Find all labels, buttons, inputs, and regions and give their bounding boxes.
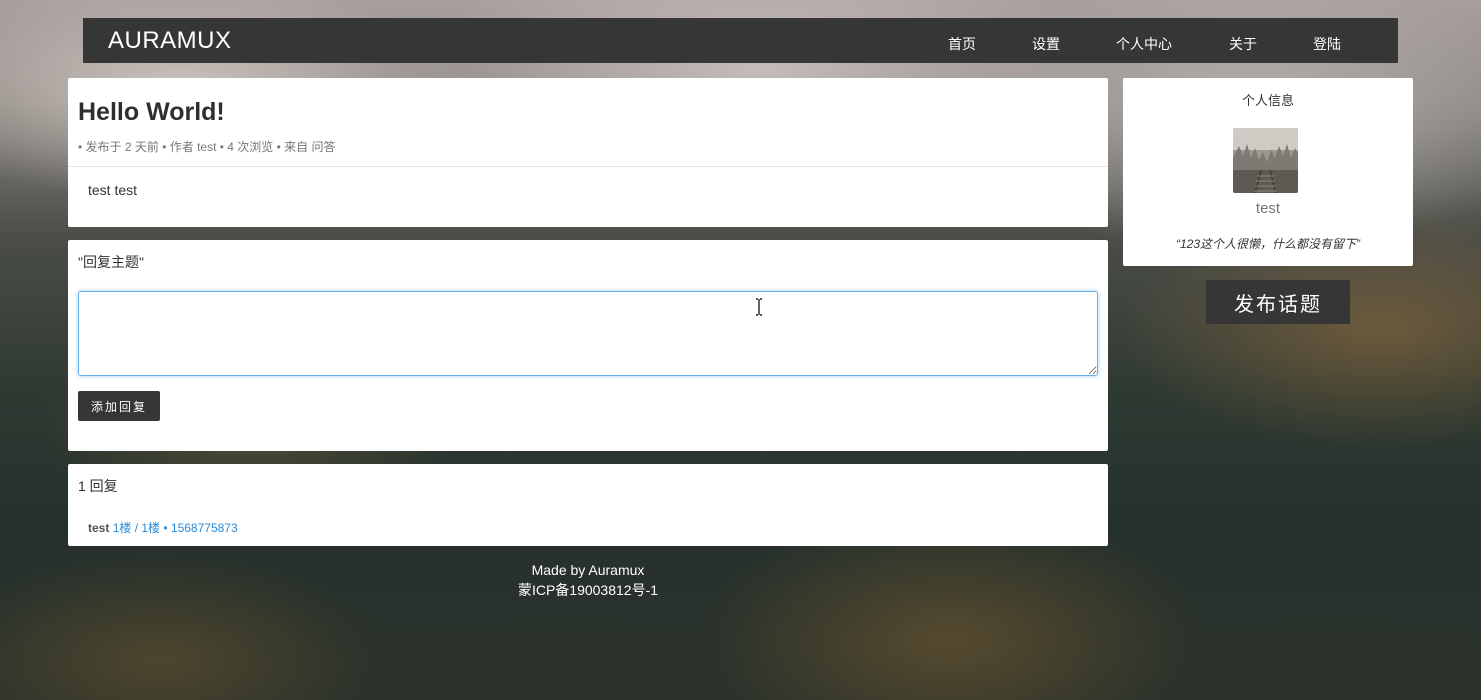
nav-item-home[interactable]: 首页 [948,34,976,54]
footer: Made by Auramux 蒙ICP备19003812号-1 [468,560,708,600]
post-title: Hello World! [78,98,225,126]
nav-item-settings[interactable]: 设置 [1032,34,1060,54]
replies-count: 1 回复 [78,478,118,494]
nav-item-login[interactable]: 登陆 [1313,34,1341,54]
replies-panel: 1 回复 test 1楼 / 1楼 • 1568775873 [68,464,1108,546]
profile-panel: 个人信息 test “123这个人很懒，什么都没有留下” [1123,78,1413,266]
footer-made-by: Made by Auramux [531,562,645,578]
profile-username: test [1255,200,1281,217]
text-cursor-icon [756,298,762,316]
reply-author[interactable]: test [88,521,109,535]
profile-bio: “123这个人很懒，什么都没有留下” [1175,237,1360,251]
brand-logo[interactable]: AURAMUX [108,27,232,55]
post-meta: • 发布于 2 天前 • 作者 test • 4 次浏览 • 来自 问答 [78,140,336,154]
footer-icp[interactable]: 蒙ICP备19003812号-1 [468,580,708,600]
avatar[interactable] [1233,128,1298,193]
reply-item: test 1楼 / 1楼 • 1568775873 [88,519,238,536]
new-topic-button[interactable]: 发布话题 [1206,280,1350,324]
reply-form-heading: "回复主题" [78,254,144,270]
post-body: test test [88,182,138,198]
nav-item-profile-center[interactable]: 个人中心 [1116,34,1172,54]
reply-form-panel: "回复主题" 添加回复 [68,240,1108,451]
profile-heading: 个人信息 [1241,93,1294,108]
reply-floor-link[interactable]: 1楼 / 1楼 • 1568775873 [113,521,238,535]
post-divider [68,166,1108,167]
avatar-image [1233,128,1298,193]
add-reply-button[interactable]: 添加回复 [78,391,160,421]
post-panel: Hello World! • 发布于 2 天前 • 作者 test • 4 次浏… [68,78,1108,227]
top-navbar: AURAMUX 首页 设置 个人中心 关于 登陆 [83,18,1398,63]
nav-item-about[interactable]: 关于 [1229,34,1257,54]
reply-textarea[interactable] [78,291,1098,376]
